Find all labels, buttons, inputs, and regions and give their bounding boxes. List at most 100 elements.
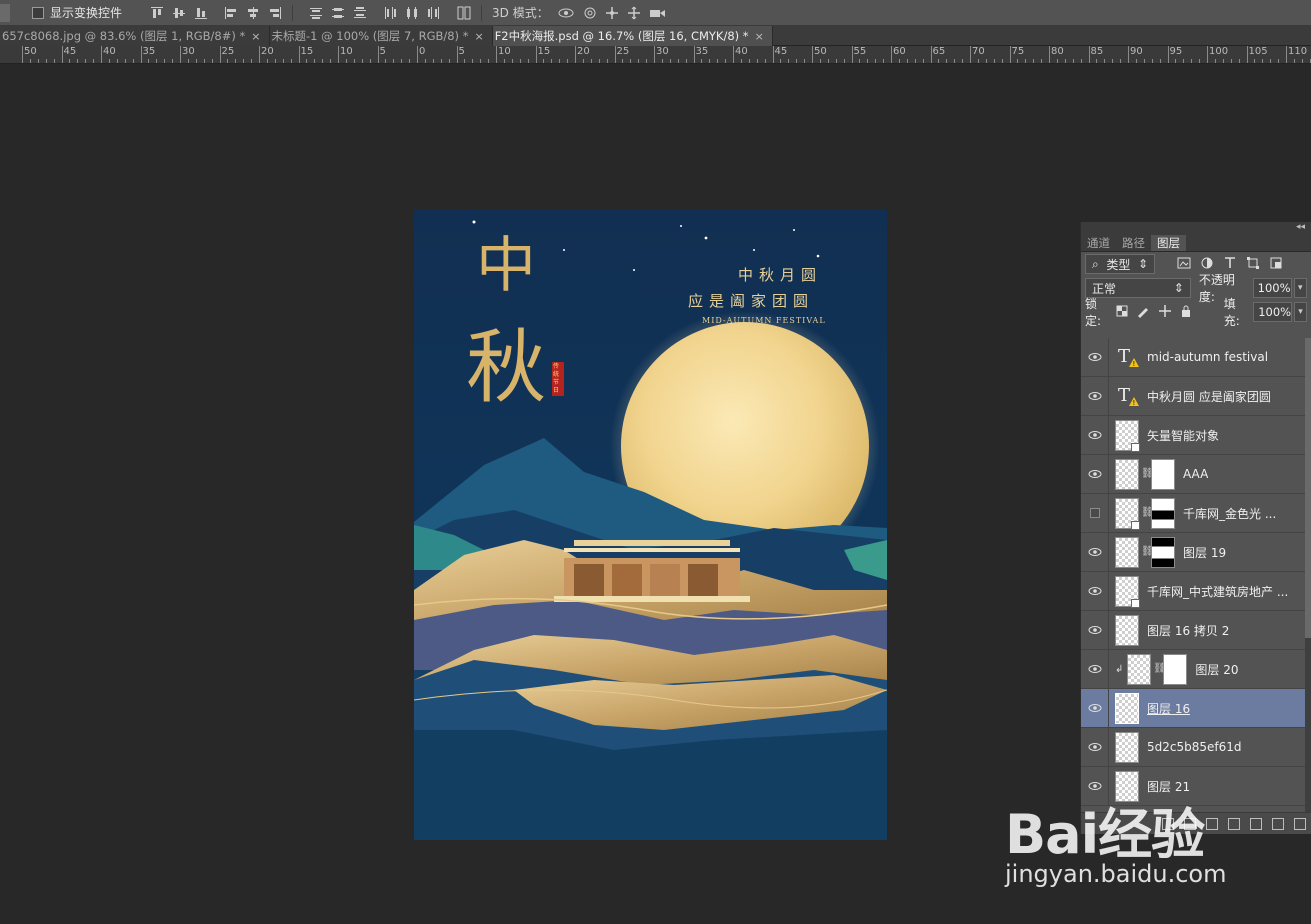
distribute-horizontal-centers-icon[interactable] (405, 6, 419, 20)
layer-row[interactable]: 矢量智能对象 (1081, 415, 1305, 455)
visibility-toggle[interactable] (1081, 766, 1109, 806)
3d-scale-video-icon[interactable] (649, 6, 667, 20)
ruler-tick-label: 95 (1169, 46, 1183, 57)
visibility-toggle[interactable] (1081, 493, 1109, 533)
poster-document[interactable]: 中 秋 传统节日 中秋月圆 应是阖家团圆 MID-AUTUMN FESTIVAL (414, 210, 887, 840)
document-tab-2[interactable]: 未标题-1 @ 100% (图层 7, RGB/8) * × (269, 26, 493, 46)
document-tab-3[interactable]: F2中秋海报.psd @ 16.7% (图层 16, CMYK/8) * × (492, 26, 773, 46)
filter-smart-object-icon[interactable] (1269, 256, 1285, 272)
layer-mask-thumbnail[interactable] (1151, 497, 1175, 529)
show-transform-controls-checkbox[interactable] (32, 6, 44, 19)
ruler-minor-tick (480, 59, 482, 63)
distribute-top-icon[interactable] (309, 6, 323, 20)
lock-transparent-pixels-icon[interactable] (1115, 304, 1130, 320)
layer-row[interactable]: ⛓ 图层 19 (1081, 532, 1305, 572)
eye-icon (1088, 743, 1101, 751)
visibility-toggle[interactable] (1081, 454, 1109, 494)
visibility-toggle[interactable] (1081, 415, 1109, 455)
align-horizontal-centers-icon[interactable] (246, 6, 260, 20)
auto-align-layers-icon[interactable] (457, 6, 471, 20)
3d-slide-icon[interactable] (627, 6, 641, 20)
link-chain-icon[interactable]: ⛓ (1153, 663, 1166, 675)
scrollbar-thumb[interactable] (1305, 338, 1311, 638)
link-chain-icon[interactable]: ⛓ (1141, 507, 1154, 519)
layer-row[interactable]: 5d2c5b85ef61d (1081, 727, 1305, 767)
layer-mask-thumbnail[interactable] (1151, 458, 1175, 490)
lock-image-pixels-icon[interactable] (1136, 304, 1151, 320)
layer-row[interactable]: 图层 16 拷贝 2 (1081, 610, 1305, 650)
visibility-toggle[interactable] (1081, 532, 1109, 572)
new-layer-icon[interactable] (1272, 817, 1284, 830)
tab-layers[interactable]: 图层 (1151, 235, 1186, 251)
link-chain-icon[interactable]: ⛓ (1141, 468, 1154, 480)
distribute-left-icon[interactable] (383, 6, 397, 20)
ruler-tick-label: 25 (221, 46, 235, 57)
align-bottom-edges-icon[interactable] (194, 6, 208, 20)
trash-icon[interactable] (1294, 817, 1306, 830)
visibility-toggle[interactable] (1081, 376, 1109, 416)
align-left-edges-icon[interactable] (224, 6, 238, 20)
tool-preset-arrow[interactable] (0, 3, 10, 22)
tab-channels[interactable]: 通道 (1081, 235, 1116, 251)
ruler-tick-mark (338, 46, 339, 63)
ruler-minor-tick (45, 59, 47, 63)
filter-shape-icon[interactable] (1246, 256, 1262, 272)
layer-row[interactable]: T! 中秋月圆 应是阖家团圆 (1081, 376, 1305, 416)
3d-orbit-icon[interactable] (557, 6, 575, 20)
visibility-toggle[interactable] (1081, 649, 1109, 689)
new-group-icon[interactable] (1250, 817, 1262, 830)
visibility-toggle[interactable] (1081, 571, 1109, 611)
layer-mask-thumbnail[interactable] (1163, 653, 1188, 685)
3d-pan-icon[interactable] (605, 6, 619, 20)
ruler-tick-label: 105 (1248, 46, 1268, 57)
align-vertical-centers-icon[interactable] (172, 6, 186, 20)
layer-row[interactable]: ⛓ AAA (1081, 454, 1305, 494)
add-mask-icon[interactable] (1206, 817, 1218, 830)
document-tab-1[interactable]: 657c8068.jpg @ 83.6% (图层 1, RGB/8#) * × (0, 26, 270, 46)
lock-position-icon[interactable] (1158, 304, 1173, 320)
layer-mask-thumbnail[interactable] (1151, 536, 1175, 568)
tab-label: F2中秋海报.psd @ 16.7% (图层 16, CMYK/8) * (494, 29, 749, 43)
layer-filter-select[interactable]: ⌕ 类型 ⇕ (1085, 254, 1155, 274)
tab-paths[interactable]: 路径 (1116, 235, 1151, 251)
layer-row[interactable]: 千库网_中式建筑房地产 ... (1081, 571, 1305, 611)
ruler-minor-tick (369, 59, 371, 63)
ruler-minor-tick (977, 59, 979, 63)
filter-pixel-icon[interactable] (1177, 256, 1193, 272)
distribute-right-icon[interactable] (427, 6, 441, 20)
filter-adjustment-icon[interactable] (1200, 256, 1216, 272)
adjustment-layer-icon[interactable] (1228, 817, 1240, 830)
filter-type-icon[interactable] (1223, 256, 1239, 272)
opacity-dropdown-arrow[interactable]: ▾ (1293, 278, 1308, 298)
layer-row[interactable]: 图层 21 (1081, 766, 1305, 806)
hidden-visibility-box (1089, 508, 1100, 518)
visibility-toggle[interactable] (1081, 338, 1109, 377)
close-icon[interactable]: × (474, 30, 483, 43)
distribute-bottom-icon[interactable] (353, 6, 367, 20)
visibility-toggle[interactable] (1081, 610, 1109, 650)
layer-row[interactable]: ↲ ⛓ 图层 20 (1081, 649, 1305, 689)
ruler-minor-tick (780, 59, 782, 63)
layer-row[interactable]: ⛓ 千库网_金色光 ... (1081, 493, 1305, 533)
link-layers-icon[interactable] (1162, 817, 1174, 830)
align-right-edges-icon[interactable] (268, 6, 282, 20)
align-top-edges-icon[interactable] (150, 6, 164, 20)
fill-dropdown-arrow[interactable]: ▾ (1294, 302, 1307, 322)
ruler-tick-label: 80 (1051, 46, 1064, 57)
3d-roll-icon[interactable] (583, 6, 597, 20)
lock-all-icon[interactable] (1179, 304, 1194, 320)
layer-name[interactable]: 图层 16 (1147, 700, 1190, 717)
distribute-vertical-centers-icon[interactable] (331, 6, 345, 20)
visibility-toggle[interactable] (1081, 688, 1109, 728)
close-icon[interactable]: × (251, 30, 260, 43)
layer-row[interactable]: T! mid-autumn festival (1081, 338, 1305, 377)
opacity-input[interactable]: 100% (1252, 278, 1292, 298)
layer-row-selected[interactable]: 图层 16 (1081, 688, 1305, 728)
layers-scrollbar[interactable] (1305, 338, 1311, 814)
link-chain-icon[interactable]: ⛓ (1141, 546, 1154, 558)
fill-input[interactable]: 100% (1253, 302, 1293, 322)
close-icon[interactable]: × (755, 30, 764, 43)
visibility-toggle[interactable] (1081, 727, 1109, 767)
layer-style-fx-icon[interactable] (1184, 817, 1196, 830)
collapse-panel-icon[interactable]: ◂◂ (1081, 222, 1311, 234)
